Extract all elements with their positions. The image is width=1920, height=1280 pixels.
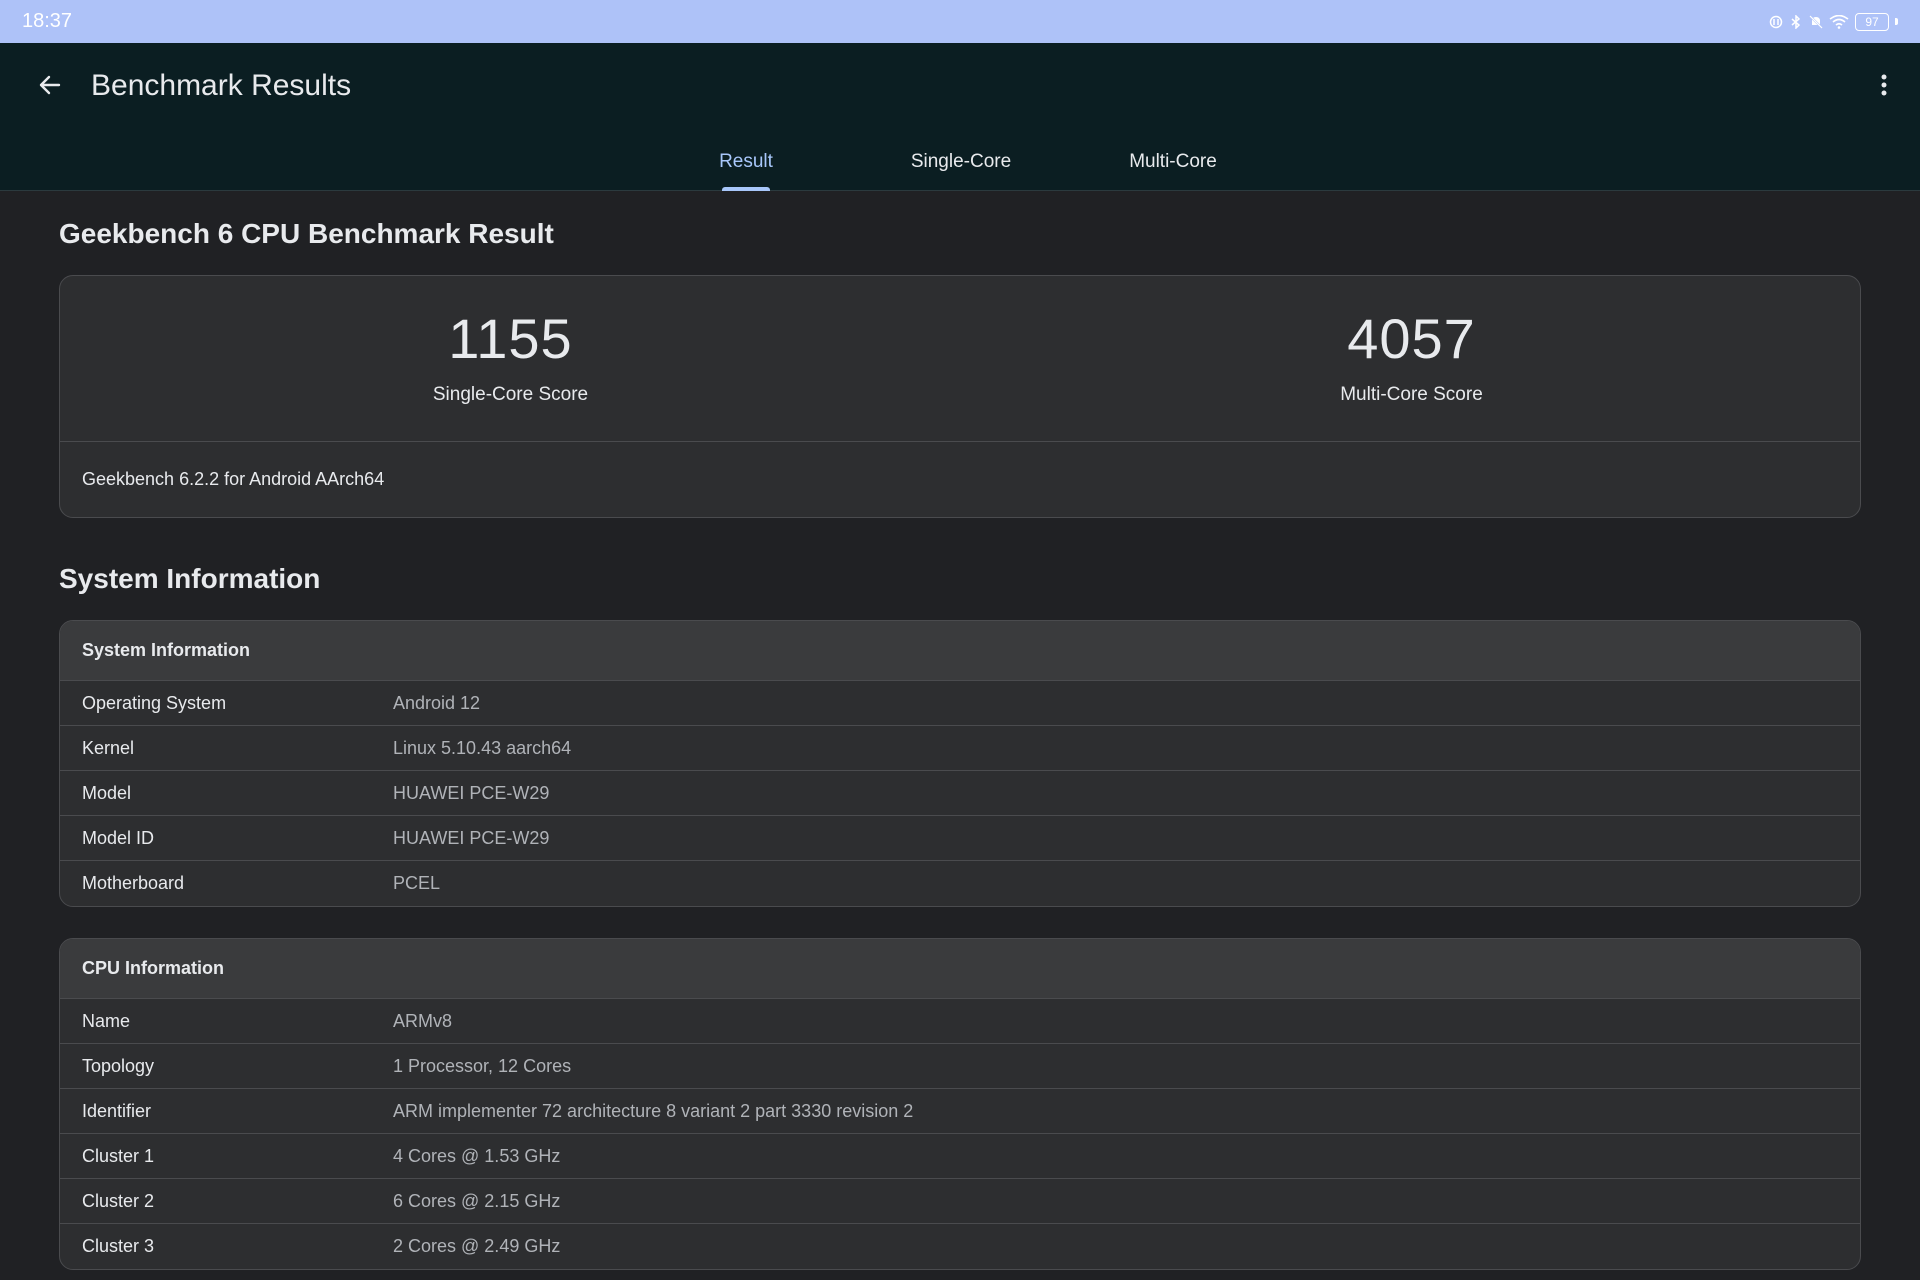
battery-nub bbox=[1895, 18, 1898, 25]
row-value: 1 Processor, 12 Cores bbox=[393, 1055, 572, 1076]
table-row: Name ARMv8 bbox=[60, 999, 1860, 1044]
mute-icon bbox=[1809, 14, 1823, 29]
battery-level: 97 bbox=[1865, 14, 1879, 29]
row-key: Identifier bbox=[82, 1100, 152, 1121]
tab-multi-core-label: Multi-Core bbox=[1129, 151, 1217, 172]
table-row: Cluster 3 2 Cores @ 2.49 GHz bbox=[60, 1224, 1860, 1269]
bluetooth-icon bbox=[1789, 14, 1803, 29]
more-vert-icon bbox=[1881, 74, 1887, 96]
wifi-icon bbox=[1829, 14, 1849, 29]
table-row: Identifier ARM implementer 72 architectu… bbox=[60, 1089, 1860, 1134]
row-value: 6 Cores @ 2.15 GHz bbox=[393, 1190, 561, 1211]
table-row: Topology 1 Processor, 12 Cores bbox=[60, 1044, 1860, 1089]
row-value: HUAWEI PCE-W29 bbox=[393, 782, 550, 803]
row-key: Kernel bbox=[82, 737, 135, 758]
system-information-header: System Information bbox=[60, 621, 1860, 681]
cpu-information-card: CPU Information Name ARMv8 Topology 1 Pr… bbox=[59, 938, 1861, 1270]
table-row: Cluster 2 6 Cores @ 2.15 GHz bbox=[60, 1179, 1860, 1224]
score-card: 1155 Single-Core Score 4057 Multi-Core S… bbox=[59, 275, 1861, 518]
row-key: Topology bbox=[82, 1055, 155, 1076]
more-options-button[interactable] bbox=[1864, 65, 1904, 105]
single-core-score-block: 1155 Single-Core Score bbox=[60, 276, 961, 442]
arrow-left-icon bbox=[39, 75, 61, 95]
status-time: 18:37 bbox=[22, 10, 73, 32]
row-key: Model bbox=[82, 782, 132, 803]
row-value: Android 12 bbox=[393, 692, 481, 713]
score-row: 1155 Single-Core Score 4057 Multi-Core S… bbox=[60, 276, 1860, 442]
row-value: ARMv8 bbox=[393, 1010, 453, 1031]
row-value: Linux 5.10.43 aarch64 bbox=[393, 737, 572, 758]
tab-single-core-label: Single-Core bbox=[910, 151, 1012, 172]
status-icons: 97 bbox=[1769, 12, 1898, 31]
multi-core-score: 4057 bbox=[1347, 307, 1476, 370]
benchmark-title: Geekbench 6 CPU Benchmark Result bbox=[59, 218, 554, 249]
single-core-score: 1155 bbox=[448, 307, 573, 370]
row-key: Motherboard bbox=[82, 873, 185, 893]
row-key: Model ID bbox=[82, 827, 155, 848]
content: Geekbench 6 CPU Benchmark Result 1155 Si… bbox=[0, 192, 1920, 1280]
tab-indicator bbox=[722, 187, 770, 191]
table-row: Cluster 1 4 Cores @ 1.53 GHz bbox=[60, 1134, 1860, 1179]
table-row: Model ID HUAWEI PCE-W29 bbox=[60, 816, 1860, 861]
app-bar: Benchmark Results Result Single-Core Mul… bbox=[0, 43, 1920, 191]
row-key: Operating System bbox=[82, 692, 227, 713]
row-key: Cluster 2 bbox=[82, 1190, 155, 1211]
single-core-score-label: Single-Core Score bbox=[432, 384, 589, 405]
multi-core-score-block: 4057 Multi-Core Score bbox=[961, 276, 1860, 442]
tab-multi-core[interactable]: Multi-Core bbox=[1115, 139, 1231, 191]
cpu-information-header: CPU Information bbox=[60, 939, 1860, 999]
version-row: Geekbench 6.2.2 for Android AArch64 bbox=[82, 469, 385, 489]
row-key: Cluster 3 bbox=[82, 1236, 155, 1256]
status-bar: 18:37 97 bbox=[0, 0, 1920, 43]
tab-result[interactable]: Result bbox=[706, 139, 786, 191]
page-title: Benchmark Results bbox=[91, 69, 352, 102]
row-value: HUAWEI PCE-W29 bbox=[393, 827, 550, 848]
tab-bar: Result Single-Core Multi-Core bbox=[0, 139, 1920, 191]
table-row: Model HUAWEI PCE-W29 bbox=[60, 771, 1860, 816]
system-information-card: System Information Operating System Andr… bbox=[59, 620, 1861, 907]
table-row: Kernel Linux 5.10.43 aarch64 bbox=[60, 726, 1860, 771]
row-value: PCEL bbox=[393, 873, 441, 893]
row-value: 2 Cores @ 2.49 GHz bbox=[393, 1236, 561, 1256]
row-key: Name bbox=[82, 1010, 131, 1031]
row-value: ARM implementer 72 architecture 8 varian… bbox=[393, 1100, 914, 1121]
system-information-title: System Information bbox=[59, 563, 321, 594]
table-row: Motherboard PCEL bbox=[60, 861, 1860, 906]
row-value: 4 Cores @ 1.53 GHz bbox=[393, 1145, 561, 1166]
tab-single-core[interactable]: Single-Core bbox=[895, 139, 1027, 191]
row-key: Cluster 1 bbox=[82, 1145, 155, 1166]
tab-result-label: Result bbox=[719, 151, 773, 172]
multi-core-score-label: Multi-Core Score bbox=[1340, 384, 1483, 405]
back-button[interactable] bbox=[30, 65, 70, 105]
nfc-icon bbox=[1769, 15, 1783, 29]
battery-icon: 97 bbox=[1855, 12, 1889, 31]
table-row: Operating System Android 12 bbox=[60, 681, 1860, 726]
